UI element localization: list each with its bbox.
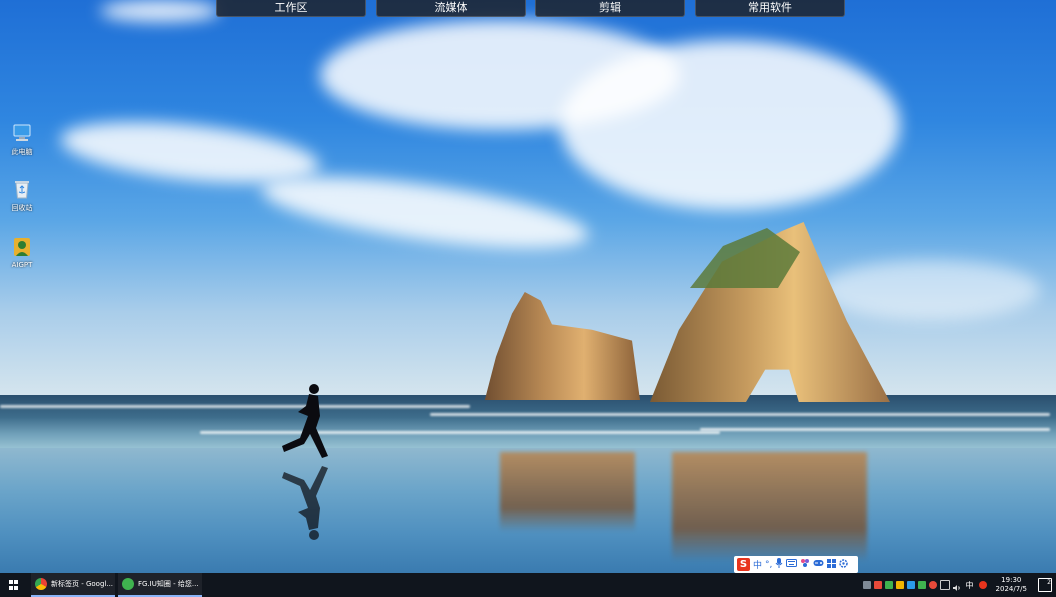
- desktop-icon-this-pc[interactable]: 此电脑: [0, 122, 44, 157]
- clock-time: 19:30: [1001, 576, 1022, 584]
- taskbar-item-label: FG.IU知圈 - 给您...: [138, 580, 199, 588]
- tray-app-icon[interactable]: [873, 581, 882, 589]
- clock[interactable]: 19:30 2024/7/5: [996, 576, 1027, 594]
- wave-foam: [700, 428, 1050, 431]
- runner-silhouette: [282, 384, 328, 540]
- windows-logo-icon: [9, 580, 19, 590]
- tray-app-icon[interactable]: [862, 581, 871, 589]
- notification-count: 2: [1047, 579, 1051, 586]
- apps-grid-icon[interactable]: [827, 558, 837, 571]
- tray-app-icon[interactable]: [884, 581, 893, 589]
- wallpaper-cloud: [560, 40, 900, 210]
- rock-reflection: [672, 452, 867, 562]
- settings-icon[interactable]: [839, 558, 849, 571]
- input-language[interactable]: 中: [966, 580, 974, 591]
- tray-app-icon[interactable]: [895, 581, 904, 589]
- chrome-icon: [35, 578, 47, 590]
- punctuation-icon[interactable]: °,: [765, 560, 772, 570]
- desktop-icon-label: 回收站: [11, 204, 33, 212]
- sogou-tray-icon[interactable]: [978, 581, 987, 589]
- taskbar-item-chrome[interactable]: 新标签页 - Googl...: [31, 573, 115, 597]
- wallpaper-cloud: [820, 260, 1040, 320]
- fence-common-software[interactable]: 常用软件: [695, 0, 845, 17]
- system-tray: 中 19:30 2024/7/5 2: [862, 573, 1056, 597]
- tray-app-icon[interactable]: [917, 581, 926, 589]
- wallpaper-cloud: [100, 0, 220, 22]
- desktop-icon-label: AIGPT: [11, 261, 33, 269]
- tray-app-icon[interactable]: [906, 581, 915, 589]
- taskbar-item-browser[interactable]: FG.IU知圈 - 给您...: [118, 573, 202, 597]
- fence-streaming[interactable]: 流媒体: [376, 0, 526, 17]
- ime-toolbar[interactable]: S 中 °,: [734, 556, 858, 573]
- taskbar: 新标签页 - Googl... FG.IU知圈 - 给您... 中 19:30 …: [0, 573, 1056, 597]
- wave-foam: [0, 405, 470, 408]
- desktop-icon-recycle-bin[interactable]: 回收站: [0, 178, 44, 213]
- tray-app-icon[interactable]: [928, 581, 937, 589]
- skin-icon[interactable]: [800, 558, 810, 571]
- aigpt-app-icon: [11, 236, 33, 258]
- keyboard-icon[interactable]: [786, 559, 798, 570]
- wallpaper-sea: [0, 395, 1056, 450]
- computer-icon: [11, 122, 33, 144]
- volume-icon[interactable]: [952, 581, 961, 591]
- desktop-icon-aigpt[interactable]: AIGPT: [0, 236, 44, 269]
- fence-workspace[interactable]: 工作区: [216, 0, 366, 17]
- start-button[interactable]: [0, 573, 28, 597]
- wave-foam: [430, 413, 1050, 416]
- fence-editing[interactable]: 剪辑: [535, 0, 685, 17]
- gamepad-icon[interactable]: [813, 559, 824, 570]
- notification-center-icon[interactable]: 2: [1038, 578, 1052, 592]
- browser-icon: [122, 578, 134, 590]
- rock-reflection: [500, 452, 635, 532]
- desktop-wallpaper: [0, 0, 1056, 573]
- taskbar-item-label: 新标签页 - Googl...: [51, 580, 114, 588]
- recycle-bin-icon: [11, 178, 33, 200]
- desktop-icon-label: 此电脑: [11, 148, 33, 156]
- ime-mode-toggle[interactable]: 中: [753, 558, 762, 571]
- clock-date: 2024/7/5: [995, 585, 1027, 593]
- mic-icon[interactable]: [775, 558, 783, 571]
- network-icon[interactable]: [939, 580, 950, 590]
- sogou-logo-icon[interactable]: S: [737, 558, 750, 571]
